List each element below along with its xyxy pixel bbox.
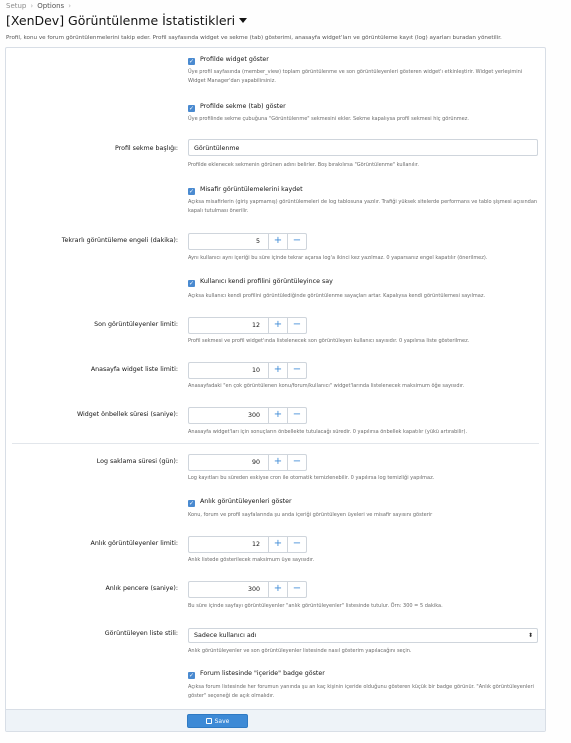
repeat-block-label: Tekrarlı görüntüleme engeli (dakika):: [61, 237, 178, 244]
field-hint: Açıksa misafirlerin (giriş yapmamış) gör…: [188, 199, 538, 214]
stepper-value[interactable]: 300: [248, 408, 260, 423]
field-hint: Anlık listede gösterilecek maksimum üye …: [188, 557, 315, 563]
check-icon: ✓: [189, 672, 195, 679]
field-hint: Üye profilinde sekme çubuğuna "Görüntüle…: [188, 116, 469, 122]
stepper-value[interactable]: 90: [252, 455, 260, 470]
increment-button[interactable]: +: [268, 234, 287, 249]
checkbox-label[interactable]: Anlık görüntüleyenleri göster: [200, 498, 292, 505]
stepper-value[interactable]: 12: [252, 318, 260, 333]
viewer-style-select[interactable]: Sadece kullanıcı adı ⬍: [188, 628, 538, 643]
log-retention-label: Log saklama süresi (gün):: [96, 458, 178, 465]
check-icon: ✓: [189, 105, 195, 112]
increment-button[interactable]: +: [268, 363, 287, 378]
field-hint: Açıksa forum listesinde her forumun yanı…: [188, 684, 534, 699]
count-self-checkbox[interactable]: ✓: [188, 280, 195, 287]
tab-title-input[interactable]: Görüntülenme: [188, 139, 538, 156]
stepper-value[interactable]: 10: [252, 363, 260, 378]
profile-tab-checkbox[interactable]: ✓: [188, 105, 195, 112]
live-limit-label: Anlık görüntüleyenler limiti:: [90, 540, 178, 547]
field-hint: Profil sekmesi ve profil widget'ında lis…: [188, 338, 470, 344]
log-guest-checkbox[interactable]: ✓: [188, 188, 195, 195]
decrement-button[interactable]: −: [287, 537, 306, 552]
checkbox-label[interactable]: Profilde widget göster: [200, 56, 269, 63]
live-viewers-checkbox[interactable]: ✓: [188, 500, 195, 507]
widget-cache-label: Widget önbellek süresi (saniye):: [76, 411, 178, 418]
field-hint: Anlık görüntüleyenler ve son görüntüleye…: [188, 648, 412, 654]
recent-limit-label: Son görüntüleyenler limiti:: [94, 321, 178, 328]
checkbox-label[interactable]: Profilde sekme (tab) göster: [200, 103, 286, 110]
breadcrumb-item[interactable]: Setup: [6, 2, 26, 10]
field-hint: Üye profil sayfasında (member_view) topl…: [188, 69, 523, 84]
check-icon: ✓: [189, 188, 195, 195]
stepper-value[interactable]: 300: [248, 582, 260, 597]
home-widget-limit-stepper[interactable]: 10 + −: [188, 362, 307, 379]
recent-limit-stepper[interactable]: 12 + −: [188, 317, 307, 334]
select-value[interactable]: Sadece kullanıcı adı: [194, 632, 256, 639]
page-title[interactable]: [XenDev] Görüntülenme İstatistikleri: [6, 13, 248, 28]
breadcrumb: Setup › Options ›: [6, 2, 72, 10]
increment-button[interactable]: +: [268, 582, 287, 597]
field-hint: Konu, forum ve profil sayfalarında şu an…: [188, 512, 433, 518]
field-hint: Log kayıtları bu süreden eskiyse cron il…: [188, 475, 435, 481]
options-panel: ✓ Profilde widget göster Üye profil sayf…: [5, 47, 546, 732]
decrement-button[interactable]: −: [287, 582, 306, 597]
live-window-stepper[interactable]: 300 + −: [188, 581, 307, 598]
checkbox-label[interactable]: Forum listesinde "içeride" badge göster: [200, 670, 325, 677]
decrement-button[interactable]: −: [287, 408, 306, 423]
field-hint: Anasayfadaki "en çok görüntülenen konu/f…: [188, 383, 465, 389]
tab-title-label: Profil sekme başlığı:: [114, 145, 178, 152]
viewer-style-label: Görüntüleyen liste stili:: [104, 630, 178, 637]
stepper-value[interactable]: 5: [256, 234, 260, 249]
decrement-button[interactable]: −: [287, 234, 306, 249]
chevron-down-icon[interactable]: [239, 18, 248, 23]
check-icon: ✓: [189, 280, 195, 287]
live-window-label: Anlık pencere (saniye):: [105, 585, 179, 592]
field-hint: Aynı kullanıcı aynı içeriği bu süre için…: [188, 255, 488, 261]
save-icon: [205, 718, 212, 724]
increment-button[interactable]: +: [268, 318, 287, 333]
increment-button[interactable]: +: [268, 537, 287, 552]
decrement-button[interactable]: −: [287, 318, 306, 333]
decrement-button[interactable]: −: [287, 363, 306, 378]
select-arrow-icon[interactable]: ⬍: [528, 632, 533, 639]
page-description: Profil, konu ve forum görüntülenmelerini…: [6, 35, 502, 41]
save-button[interactable]: Save: [187, 714, 248, 728]
field-hint: Açıksa kullanıcı kendi profilini görüntü…: [188, 293, 486, 299]
profile-widget-checkbox[interactable]: ✓: [188, 58, 195, 65]
checkbox-label[interactable]: Kullanıcı kendi profilini görüntüleyince…: [200, 278, 333, 285]
repeat-block-stepper[interactable]: 5 + −: [188, 233, 307, 250]
field-hint: Anasayfa widget'ları için sonuçların önb…: [188, 429, 468, 435]
check-icon: ✓: [189, 500, 195, 507]
increment-button[interactable]: +: [268, 455, 287, 470]
form-footer: Save: [6, 709, 545, 731]
field-hint: Bu süre içinde sayfayı görüntüleyenler "…: [188, 603, 443, 609]
widget-cache-stepper[interactable]: 300 + −: [188, 407, 307, 424]
field-hint: Profilde eklenecek sekmenin görünen adın…: [188, 162, 419, 168]
section-divider: [12, 443, 539, 444]
stepper-value[interactable]: 12: [252, 537, 260, 552]
check-icon: ✓: [189, 58, 195, 65]
log-retention-stepper[interactable]: 90 + −: [188, 454, 307, 471]
breadcrumb-item[interactable]: Options: [37, 2, 64, 10]
forum-badge-checkbox[interactable]: ✓: [188, 672, 195, 679]
increment-button[interactable]: +: [268, 408, 287, 423]
home-widget-limit-label: Anasayfa widget liste limiti:: [90, 366, 178, 373]
live-limit-stepper[interactable]: 12 + −: [188, 536, 307, 553]
decrement-button[interactable]: −: [287, 455, 306, 470]
checkbox-label[interactable]: Misafir görüntülemelerini kaydet: [200, 186, 303, 193]
save-button-label: Save: [214, 717, 230, 725]
